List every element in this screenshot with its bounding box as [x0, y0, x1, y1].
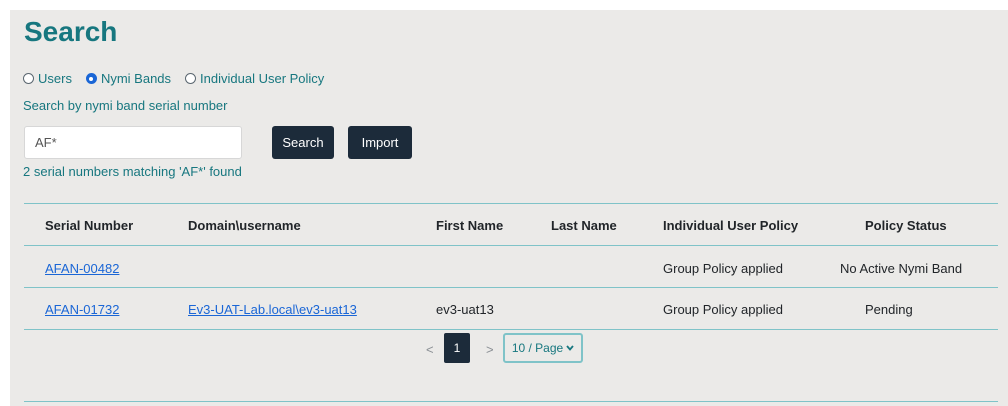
- search-input[interactable]: [24, 126, 242, 159]
- search-type-radio-group: Users Nymi Bands Individual User Policy: [23, 71, 338, 86]
- serial-number-link[interactable]: AFAN-00482: [45, 261, 119, 276]
- radio-individual-user-policy-indicator[interactable]: [185, 73, 197, 84]
- radio-individual-user-policy-label: Individual User Policy: [200, 71, 325, 86]
- policy-cell: Group Policy applied: [663, 261, 783, 276]
- radio-nymi-bands-label: Nymi Bands: [100, 71, 172, 86]
- prev-page-button[interactable]: <: [426, 342, 434, 357]
- column-header-domain-username[interactable]: Domain\username: [188, 218, 301, 233]
- policy-status-cell: Pending: [865, 302, 913, 317]
- table-bottom-divider: [24, 329, 998, 330]
- radio-users-indicator[interactable]: [23, 73, 34, 84]
- column-header-first-name[interactable]: First Name: [436, 218, 503, 233]
- column-header-individual-user-policy[interactable]: Individual User Policy: [663, 218, 798, 233]
- radio-users-label: Users: [38, 71, 72, 86]
- page-size-value: 10 / Page: [511, 341, 564, 355]
- column-header-serial-number[interactable]: Serial Number: [45, 218, 133, 233]
- radio-nymi-bands[interactable]: Nymi Bands: [85, 71, 172, 86]
- footer-divider: [24, 401, 998, 402]
- serial-number-link[interactable]: AFAN-01732: [45, 302, 119, 317]
- first-name-cell: ev3-uat13: [436, 302, 494, 317]
- page-number-button[interactable]: 1: [444, 333, 470, 363]
- policy-status-cell: No Active Nymi Band: [840, 261, 963, 276]
- search-hint: Search by nymi band serial number: [23, 98, 228, 113]
- chevron-down-icon: [566, 343, 574, 353]
- domain-username-link[interactable]: Ev3-UAT-Lab.local\ev3-uat13: [188, 302, 357, 317]
- radio-nymi-bands-indicator[interactable]: [85, 73, 97, 84]
- column-header-policy-status[interactable]: Policy Status: [865, 218, 947, 233]
- radio-individual-user-policy[interactable]: Individual User Policy: [185, 71, 324, 86]
- row-divider: [24, 287, 998, 288]
- table-header-divider: [24, 245, 998, 246]
- table-top-divider: [24, 203, 998, 204]
- import-button[interactable]: Import: [348, 126, 412, 159]
- search-button[interactable]: Search: [272, 126, 334, 159]
- column-header-last-name[interactable]: Last Name: [551, 218, 617, 233]
- radio-users[interactable]: Users: [23, 71, 72, 86]
- policy-cell: Group Policy applied: [663, 302, 783, 317]
- next-page-button[interactable]: >: [486, 342, 494, 357]
- result-count-message: 2 serial numbers matching 'AF*' found: [23, 164, 242, 179]
- page-title: Search: [24, 16, 118, 47]
- page-size-select[interactable]: 10 / Page: [503, 333, 583, 363]
